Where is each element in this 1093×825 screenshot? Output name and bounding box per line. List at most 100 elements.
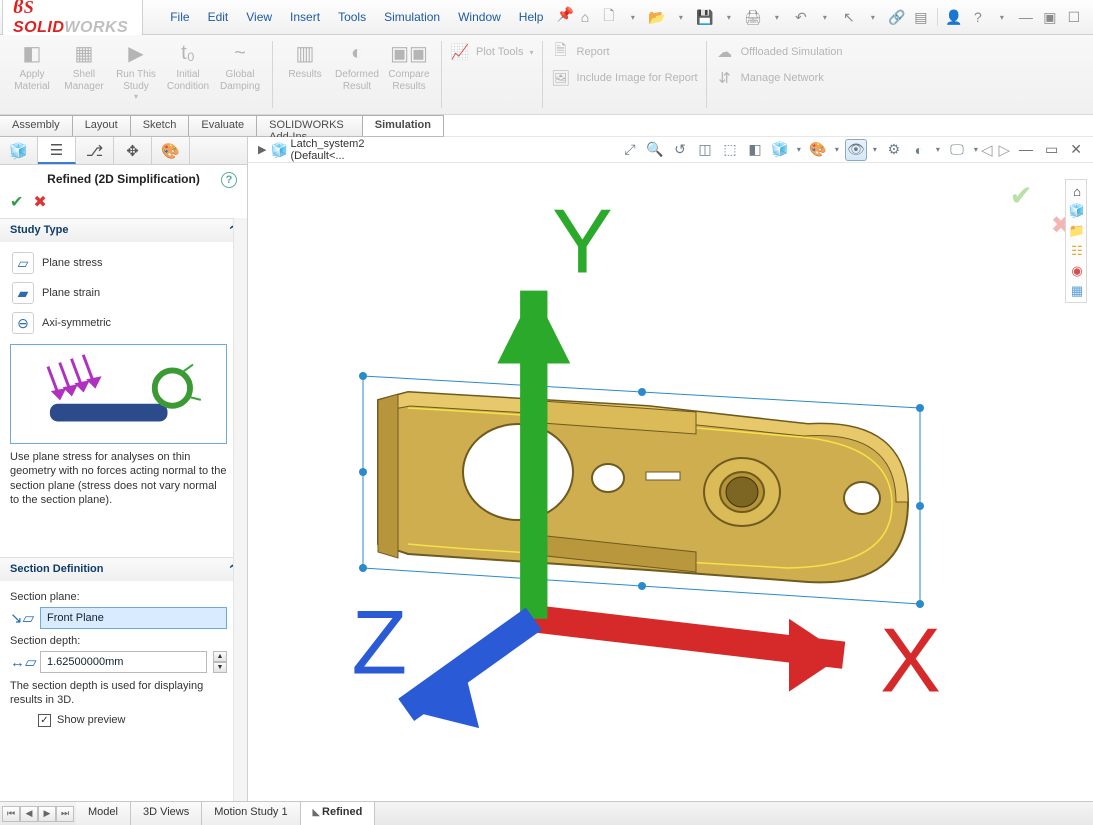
zoom-area-icon[interactable]: 🔍 <box>644 139 666 161</box>
menu-edit[interactable]: Edit <box>199 6 238 28</box>
tab-nav-last-icon[interactable]: ⏭ <box>56 806 74 822</box>
tab-evaluate[interactable]: Evaluate <box>188 115 257 136</box>
config-manager-tab[interactable]: ⎇ <box>76 137 114 164</box>
tab-simulation[interactable]: Simulation <box>362 115 444 136</box>
tab-nav-first-icon[interactable]: ⏮ <box>2 806 20 822</box>
results-cmd[interactable]: ▥Results <box>279 39 331 112</box>
window-close-icon[interactable]: ✕ <box>1087 6 1093 28</box>
dropdown-caret-icon[interactable]: ▾ <box>622 6 644 28</box>
plot-tools-cmd[interactable]: 📈Plot Tools▾ <box>448 39 536 65</box>
doc-restore-icon[interactable]: ▭ <box>1042 141 1061 159</box>
deformed-result-cmd[interactable]: ◐Deformed Result <box>331 39 383 112</box>
plane-stress-option[interactable]: ▱Plane stress <box>10 248 227 278</box>
pin-menu-icon[interactable]: 📌 <box>556 6 573 28</box>
study-type-header[interactable]: Study Type⌃ <box>0 219 247 242</box>
dimxpert-tab[interactable]: ✥ <box>114 137 152 164</box>
section-def-header[interactable]: Section Definition⌃ <box>0 558 247 581</box>
plane-strain-option[interactable]: ▰Plane strain <box>10 278 227 308</box>
window-restore-icon[interactable]: ▣ <box>1039 6 1061 28</box>
cancel-button[interactable]: ✖ <box>33 192 46 212</box>
display-manager-tab[interactable]: 🎨 <box>152 137 190 164</box>
breadcrumb-expand-icon[interactable]: ▶ <box>258 143 266 156</box>
open-folder-icon[interactable]: 📂 <box>646 6 668 28</box>
breadcrumb[interactable]: ▶ 🧊 Latch_system2 (Default<... <box>248 138 419 162</box>
show-preview-checkbox[interactable]: ✓ Show preview <box>10 708 227 727</box>
initial-condition-cmd[interactable]: t₀Initial Condition <box>162 39 214 112</box>
window-minimize-icon[interactable]: — <box>1015 6 1037 28</box>
model-tab[interactable]: Model <box>76 802 131 825</box>
tab-nav-next-icon[interactable]: ▶ <box>38 806 56 822</box>
dropdown-caret-icon[interactable]: ▾ <box>814 6 836 28</box>
menu-help[interactable]: Help <box>510 6 553 28</box>
orientation-triad[interactable]: X Y Z <box>248 163 1093 801</box>
section-plane-input[interactable] <box>40 607 227 629</box>
user-icon[interactable]: 👤 <box>943 6 965 28</box>
help-icon[interactable]: ? <box>221 172 237 188</box>
ok-button[interactable]: ✔ <box>10 192 23 212</box>
section-depth-input[interactable] <box>40 651 207 673</box>
menu-tools[interactable]: Tools <box>329 6 375 28</box>
property-manager-tab[interactable]: ☰ <box>38 137 76 164</box>
dropdown-caret-icon[interactable]: ▾ <box>862 6 884 28</box>
render-icon[interactable]: ◐ <box>908 139 930 161</box>
graphics-viewport[interactable]: ✔ ✖ ⌂ 🧊 📁 ☷ ◉ ▦ <box>248 163 1093 801</box>
undo-icon[interactable]: ↶ <box>790 6 812 28</box>
window-maximize-icon[interactable]: ☐ <box>1063 6 1085 28</box>
tab-layout[interactable]: Layout <box>72 115 131 136</box>
panel-scrollbar[interactable] <box>233 218 247 801</box>
menu-window[interactable]: Window <box>449 6 510 28</box>
depth-spinner[interactable]: ▲▼ <box>213 651 227 673</box>
section-view-icon[interactable]: ◫ <box>694 139 716 161</box>
menu-file[interactable]: File <box>161 6 198 28</box>
global-damping-cmd[interactable]: ~Global Damping <box>214 39 266 112</box>
zoom-fit-icon[interactable]: ⤢ <box>619 139 641 161</box>
menu-view[interactable]: View <box>237 6 281 28</box>
manage-network-cmd[interactable]: ⇵Manage Network <box>713 65 845 91</box>
display-style-icon[interactable]: ◧ <box>744 139 766 161</box>
tab-nav-prev-icon[interactable]: ◀ <box>20 806 38 822</box>
menu-simulation[interactable]: Simulation <box>375 6 449 28</box>
view-orientation-icon[interactable]: ⬚ <box>719 139 741 161</box>
shell-manager-cmd[interactable]: ▦Shell Manager <box>58 39 110 112</box>
tab-addins[interactable]: SOLIDWORKS Add-Ins <box>256 115 363 136</box>
heads-up-view-toolbar: ⤢ 🔍 ↺ ◫ ⬚ ◧ 🧊▾ 🎨▾ 👁▾ ⚙ ◐▾ 🖵▾ <box>619 139 981 161</box>
dropdown-caret-icon[interactable]: ▾ <box>718 6 740 28</box>
hide-show-icon[interactable]: 🧊 <box>769 139 791 161</box>
apply-material-cmd[interactable]: ◧Apply Material <box>6 39 58 112</box>
select-icon[interactable]: ↖ <box>838 6 860 28</box>
refined-tab[interactable]: Refined <box>301 802 376 825</box>
dropdown-caret-icon[interactable]: ▾ <box>670 6 692 28</box>
link-icon[interactable]: 🔗 <box>886 6 908 28</box>
dropdown-caret-icon[interactable]: ▾ <box>991 6 1013 28</box>
axi-symmetric-option[interactable]: ⊖Axi-symmetric <box>10 308 227 338</box>
new-doc-icon[interactable]: 🗋 <box>598 6 620 28</box>
doc-close-icon[interactable]: ✕ <box>1067 141 1085 159</box>
offloaded-sim-cmd[interactable]: ☁Offloaded Simulation <box>713 39 845 65</box>
save-icon[interactable]: 💾 <box>694 6 716 28</box>
tab-assembly[interactable]: Assembly <box>0 115 73 136</box>
section-depth-icon: ↔▱ <box>10 653 34 671</box>
compare-results-cmd[interactable]: ▣▣Compare Results <box>383 39 435 112</box>
run-this-study-cmd[interactable]: ▶Run This Study▾ <box>110 39 162 112</box>
home-icon[interactable]: ⌂ <box>574 6 596 28</box>
view-settings-icon[interactable]: ⚙ <box>883 139 905 161</box>
motion-study-tab[interactable]: Motion Study 1 <box>202 802 300 825</box>
report-cmd[interactable]: 🗎Report <box>549 39 700 65</box>
tab-sketch[interactable]: Sketch <box>130 115 190 136</box>
screen-icon[interactable]: 🖵 <box>946 139 968 161</box>
pane-left-icon[interactable]: ◁ <box>981 141 993 159</box>
3d-views-tab[interactable]: 3D Views <box>131 802 202 825</box>
dropdown-caret-icon[interactable]: ▾ <box>766 6 788 28</box>
edit-appearance-icon[interactable]: 🎨 <box>807 139 829 161</box>
print-icon[interactable]: 🖨 <box>742 6 764 28</box>
rebuild-icon[interactable]: ▤ <box>910 6 932 28</box>
include-image-cmd[interactable]: 🖼Include Image for Report <box>549 65 700 91</box>
help-icon[interactable]: ? <box>967 6 989 28</box>
feature-manager-tab[interactable]: 🧊 <box>0 137 38 164</box>
pane-right-icon[interactable]: ▷ <box>998 141 1010 159</box>
apply-scene-icon[interactable]: 👁 <box>845 139 867 161</box>
previous-view-icon[interactable]: ↺ <box>669 139 691 161</box>
menu-insert[interactable]: Insert <box>281 6 329 28</box>
axi-symmetric-icon: ⊖ <box>12 312 34 334</box>
doc-minimize-icon[interactable]: — <box>1016 141 1036 159</box>
